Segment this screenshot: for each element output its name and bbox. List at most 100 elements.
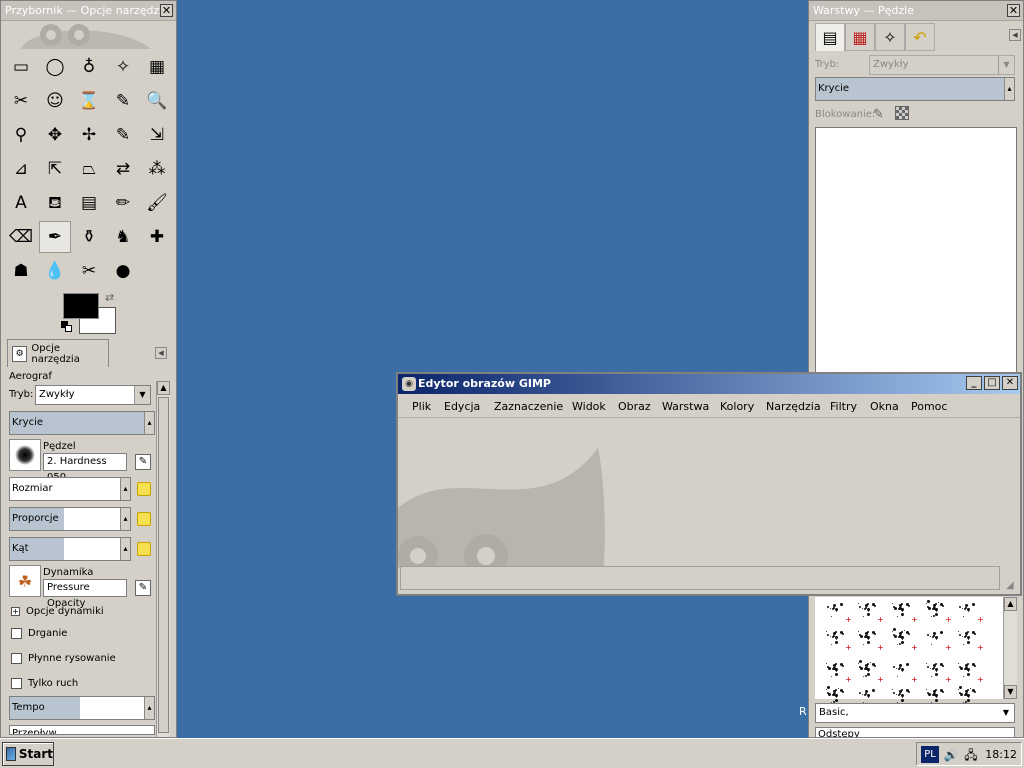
brush-name-field[interactable]: 2. Hardness 050 bbox=[43, 453, 127, 483]
opacity-slider[interactable]: Krycie ▴ bbox=[9, 411, 155, 435]
heal-icon[interactable]: ✚ bbox=[141, 221, 173, 253]
opacity-spin[interactable]: ▴ bbox=[144, 412, 154, 434]
scroll-down-icon[interactable]: ▼ bbox=[1004, 685, 1017, 699]
text-icon[interactable]: A bbox=[5, 187, 37, 219]
measure-icon[interactable]: ⚲ bbox=[5, 119, 37, 151]
mode-select[interactable]: Zwykły ▼ bbox=[35, 385, 151, 405]
brush-preview[interactable] bbox=[9, 439, 41, 471]
dynamics-preview[interactable]: ☘ bbox=[9, 565, 41, 597]
jitter-checkbox-row[interactable]: Drganie bbox=[11, 625, 67, 641]
scroll-up-icon[interactable]: ▲ bbox=[157, 381, 170, 395]
volume-icon[interactable]: 🔊 bbox=[943, 747, 959, 763]
resize-grip-icon[interactable]: ◢ bbox=[1006, 580, 1018, 592]
tool-options-scrollbar[interactable]: ▲ bbox=[156, 381, 170, 737]
menu-8[interactable]: Narzędzia bbox=[766, 400, 821, 413]
tab-tool-options[interactable]: ⚙ Opcje narzędzia bbox=[7, 339, 109, 367]
flip-icon[interactable]: ⇄ bbox=[107, 153, 139, 185]
tab-menu-icon[interactable]: ◀ bbox=[155, 347, 167, 359]
perspective-clone-icon[interactable]: ☗ bbox=[5, 255, 37, 287]
spacing-slider[interactable]: Odstępy bbox=[815, 727, 1015, 737]
shear-icon[interactable]: ⇱ bbox=[39, 153, 71, 185]
bucket-fill-icon[interactable]: ⛾ bbox=[39, 187, 71, 219]
brushes-scrollbar[interactable]: ▲ ▼ bbox=[1003, 597, 1017, 699]
close-button[interactable]: ✕ bbox=[1002, 376, 1018, 390]
crop-icon[interactable]: ✎ bbox=[107, 119, 139, 151]
move-icon[interactable]: ✥ bbox=[39, 119, 71, 151]
flow-slider[interactable]: Przepływ bbox=[9, 725, 155, 735]
aspect-slider[interactable]: Proporcje ▴ bbox=[9, 507, 131, 531]
aspect-spin[interactable]: ▴ bbox=[120, 508, 130, 530]
angle-spin[interactable]: ▴ bbox=[120, 538, 130, 560]
menu-5[interactable]: Obraz bbox=[618, 400, 651, 413]
size-reset-icon[interactable] bbox=[137, 482, 151, 496]
brushes-grid[interactable]: ++++++++++++++++++++ bbox=[815, 597, 1003, 710]
paintbrush-icon[interactable]: 🖌 bbox=[141, 187, 173, 219]
network-icon[interactable]: 🖧 bbox=[963, 747, 979, 763]
clone-icon[interactable]: ♞ bbox=[107, 221, 139, 253]
layers-close-button[interactable]: ✕ bbox=[1007, 4, 1020, 17]
dodge-burn-icon[interactable]: ● bbox=[107, 255, 139, 287]
dynamics-name-field[interactable]: Pressure Opacity bbox=[43, 579, 127, 609]
paths-icon[interactable]: ⌛ bbox=[73, 85, 105, 117]
ellipse-select-icon[interactable]: ◯ bbox=[39, 51, 71, 83]
perspective-icon[interactable]: ⏢ bbox=[73, 153, 105, 185]
rotate-icon[interactable]: ⇲ bbox=[141, 119, 173, 151]
foreground-color[interactable] bbox=[63, 293, 99, 319]
layers-mode-select[interactable]: Zwykły ▼ bbox=[869, 55, 1015, 75]
brush-edit-icon[interactable]: ✎ bbox=[135, 454, 151, 470]
lock-pixels-icon[interactable]: ✎ bbox=[873, 107, 884, 122]
menu-9[interactable]: Filtry bbox=[830, 400, 857, 413]
image-window-titlebar[interactable]: ◉ Edytor obrazów GIMP _ □ ✕ bbox=[398, 374, 1020, 394]
size-spin[interactable]: ▴ bbox=[120, 478, 130, 500]
aspect-reset-icon[interactable] bbox=[137, 512, 151, 526]
minimize-button[interactable]: _ bbox=[966, 376, 982, 390]
cage-icon[interactable]: ⁂ bbox=[141, 153, 173, 185]
tab-layers[interactable]: ▤ bbox=[815, 23, 845, 51]
motion-only-checkbox[interactable] bbox=[11, 677, 22, 689]
color-select-icon[interactable]: ▦ bbox=[141, 51, 173, 83]
menu-2[interactable]: Edycja bbox=[444, 400, 480, 413]
ink-icon[interactable]: ⚱ bbox=[73, 221, 105, 253]
scale-icon[interactable]: ⊿ bbox=[5, 153, 37, 185]
motion-only-checkbox-row[interactable]: Tylko ruch bbox=[11, 675, 78, 691]
size-slider[interactable]: Rozmiar ▴ bbox=[9, 477, 131, 501]
foreground-select-icon[interactable]: ☺ bbox=[39, 85, 71, 117]
toolbox-close-button[interactable]: ✕ bbox=[160, 4, 173, 17]
layers-opacity-slider[interactable]: Krycie ▴ bbox=[815, 77, 1015, 101]
align-icon[interactable]: ✢ bbox=[73, 119, 105, 151]
fuzzy-select-icon[interactable]: ✧ bbox=[107, 51, 139, 83]
brush-tag-select[interactable]: Basic, ▼ bbox=[815, 703, 1015, 723]
tab-undo-history[interactable]: ↶ bbox=[905, 23, 935, 51]
eraser-icon[interactable]: ⌫ bbox=[5, 221, 37, 253]
rate-slider[interactable]: Tempo ▴ bbox=[9, 696, 155, 720]
blend-icon[interactable]: ▤ bbox=[73, 187, 105, 219]
tab-paths[interactable]: ✧ bbox=[875, 23, 905, 51]
scroll-up-icon[interactable]: ▲ bbox=[1004, 597, 1017, 611]
color-picker-icon[interactable]: ✎ bbox=[107, 85, 139, 117]
menu-4[interactable]: Widok bbox=[572, 400, 606, 413]
scissors-select-icon[interactable]: ✂ bbox=[5, 85, 37, 117]
dynamics-edit-icon[interactable]: ✎ bbox=[135, 580, 151, 596]
swap-colors-icon[interactable]: ⇄ bbox=[105, 291, 114, 304]
dynamics-options-expander[interactable]: + Opcje dynamiki bbox=[11, 603, 104, 619]
pencil-icon[interactable]: ✏ bbox=[107, 187, 139, 219]
language-indicator[interactable]: PL bbox=[921, 746, 939, 763]
menu-6[interactable]: Warstwa bbox=[662, 400, 709, 413]
angle-slider[interactable]: Kąt ▴ bbox=[9, 537, 131, 561]
menu-7[interactable]: Kolory bbox=[720, 400, 754, 413]
free-select-icon[interactable]: ♁ bbox=[73, 51, 105, 83]
blur-icon[interactable]: 💧 bbox=[39, 255, 71, 287]
tab-channels[interactable]: ▦ bbox=[845, 23, 875, 51]
scrollbar-thumb[interactable] bbox=[158, 397, 169, 733]
jitter-checkbox[interactable] bbox=[11, 627, 22, 639]
layers-opacity-spin[interactable]: ▴ bbox=[1004, 78, 1014, 100]
reset-colors-icon[interactable] bbox=[61, 321, 73, 333]
layers-tab-menu-icon[interactable]: ◀ bbox=[1009, 29, 1021, 41]
airbrush-icon[interactable]: ✒ bbox=[39, 221, 71, 253]
rate-spin[interactable]: ▴ bbox=[144, 697, 154, 719]
smudge-icon[interactable]: ✂ bbox=[73, 255, 105, 287]
zoom-icon[interactable]: 🔍 bbox=[141, 85, 173, 117]
menu-11[interactable]: Pomoc bbox=[911, 400, 947, 413]
menu-3[interactable]: Zaznaczenie bbox=[494, 400, 563, 413]
angle-reset-icon[interactable] bbox=[137, 542, 151, 556]
